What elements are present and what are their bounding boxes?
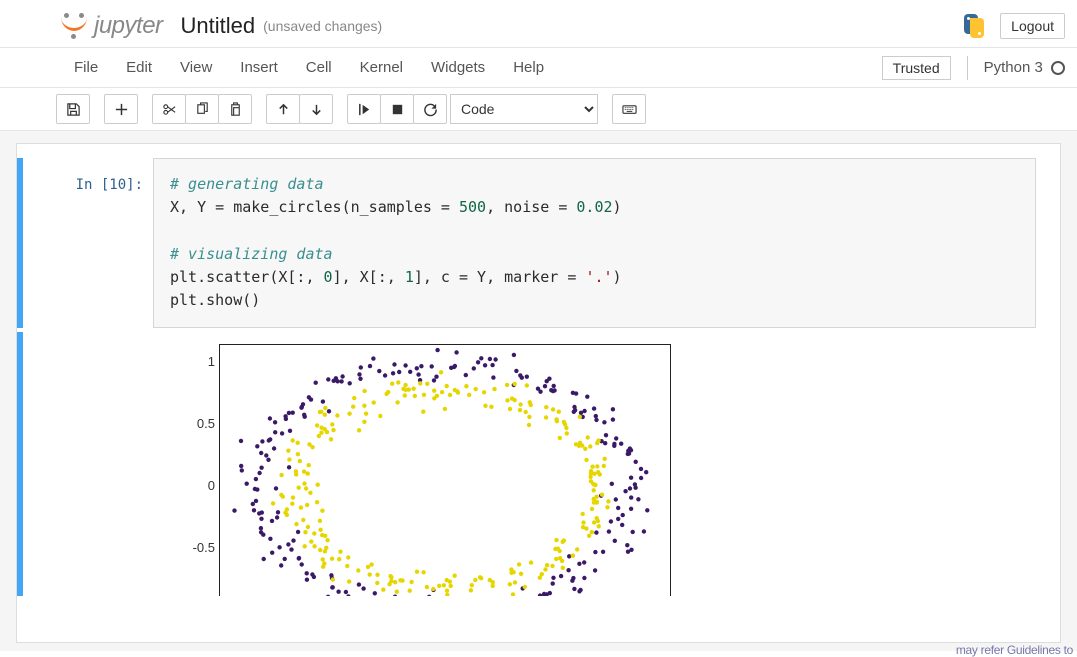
menubar-divider	[967, 56, 968, 80]
footer-cut-text: may refer Guidelines to	[956, 643, 1073, 657]
arrow-down-icon	[309, 102, 324, 117]
ytick-label: 1	[159, 354, 215, 369]
code-line: plt.scatter(X[:, 0], X[:, 1], c = Y, mar…	[170, 266, 1019, 289]
menu-file[interactable]: File	[60, 51, 112, 84]
kernel-idle-icon	[1051, 61, 1065, 75]
copy-button[interactable]	[185, 94, 219, 124]
jupyter-logo-text: jupyter	[94, 12, 163, 40]
notebook-container[interactable]: In [10]: # generating data X, Y = make_c…	[16, 143, 1061, 643]
save-status: (unsaved changes)	[263, 18, 382, 34]
trusted-badge[interactable]: Trusted	[882, 56, 951, 80]
code-line: # visualizing data	[170, 245, 333, 263]
logout-button[interactable]: Logout	[1000, 13, 1065, 39]
move-down-button[interactable]	[299, 94, 333, 124]
menu-help[interactable]: Help	[499, 51, 558, 84]
menu-view[interactable]: View	[166, 51, 226, 84]
menu-edit[interactable]: Edit	[112, 51, 166, 84]
move-up-button[interactable]	[266, 94, 300, 124]
paste-icon	[228, 102, 243, 117]
code-editor[interactable]: # generating data X, Y = make_circles(n_…	[153, 158, 1036, 328]
input-prompt: In [10]:	[76, 177, 143, 193]
add-cell-button[interactable]	[104, 94, 138, 124]
ytick-label: 0.5	[159, 416, 215, 431]
cut-button[interactable]	[152, 94, 186, 124]
save-button[interactable]	[56, 94, 90, 124]
code-line: # generating data	[170, 175, 324, 193]
code-line: plt.show()	[170, 289, 1019, 312]
save-icon	[66, 102, 81, 117]
menu-widgets[interactable]: Widgets	[417, 51, 499, 84]
restart-button[interactable]	[413, 94, 447, 124]
copy-icon	[195, 102, 210, 117]
arrow-up-icon	[276, 102, 291, 117]
stop-icon	[390, 102, 405, 117]
stop-button[interactable]	[380, 94, 414, 124]
scatter-plot	[219, 344, 671, 596]
keyboard-icon	[622, 102, 637, 117]
code-line: X, Y = make_circles(n_samples = 500, noi…	[170, 196, 1019, 219]
ytick-label: -0.5	[159, 540, 215, 555]
kernel-name[interactable]: Python 3	[984, 59, 1065, 76]
notebook-title[interactable]: Untitled	[181, 13, 256, 39]
jupyter-logo-icon	[60, 12, 88, 40]
restart-icon	[423, 102, 438, 117]
ytick-label: 0	[159, 478, 215, 493]
run-icon	[357, 102, 372, 117]
python-icon	[960, 12, 988, 40]
menu-cell[interactable]: Cell	[292, 51, 346, 84]
paste-button[interactable]	[218, 94, 252, 124]
run-button[interactable]	[347, 94, 381, 124]
kernel-label: Python 3	[984, 59, 1043, 76]
command-palette-button[interactable]	[612, 94, 646, 124]
plus-icon	[114, 102, 129, 117]
code-cell[interactable]: In [10]: # generating data X, Y = make_c…	[17, 158, 1060, 332]
scissors-icon	[162, 102, 177, 117]
menu-kernel[interactable]: Kernel	[346, 51, 417, 84]
menu-insert[interactable]: Insert	[226, 51, 292, 84]
output-plot: 1 0.5 0 -0.5	[159, 332, 675, 596]
cell-type-select[interactable]: Code Markdown Raw NBConvert Heading	[450, 94, 598, 124]
